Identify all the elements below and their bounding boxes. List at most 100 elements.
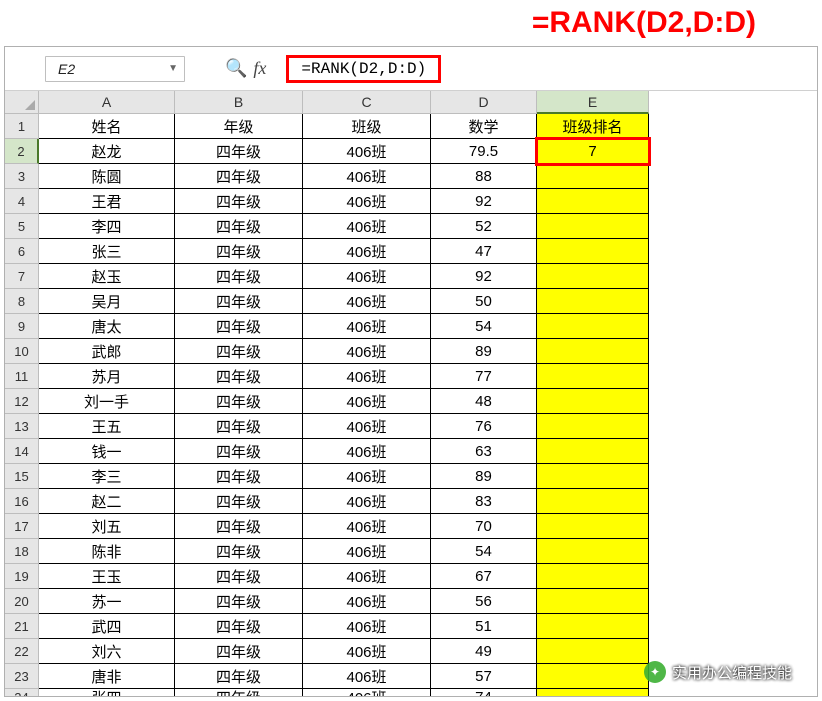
zoom-icon[interactable]: 🔍	[225, 58, 247, 79]
cell-D23[interactable]: 57	[431, 664, 537, 689]
cell-B16[interactable]: 四年级	[175, 489, 303, 514]
col-header-E[interactable]: E	[537, 91, 649, 114]
cell-C19[interactable]: 406班	[303, 564, 431, 589]
cell-B2[interactable]: 四年级	[175, 139, 303, 164]
row-header-4[interactable]: 4	[5, 189, 39, 214]
cell-A1[interactable]: 姓名	[39, 114, 175, 139]
row-header-9[interactable]: 9	[5, 314, 39, 339]
cell-B23[interactable]: 四年级	[175, 664, 303, 689]
cell-C7[interactable]: 406班	[303, 264, 431, 289]
row-header-18[interactable]: 18	[5, 539, 39, 564]
cell-E2[interactable]: 7	[537, 139, 649, 164]
row-header-5[interactable]: 5	[5, 214, 39, 239]
cell-D13[interactable]: 76	[431, 414, 537, 439]
cell-B12[interactable]: 四年级	[175, 389, 303, 414]
cell-E22[interactable]	[537, 639, 649, 664]
cell-A3[interactable]: 陈圆	[39, 164, 175, 189]
cell-C17[interactable]: 406班	[303, 514, 431, 539]
cell-C1[interactable]: 班级	[303, 114, 431, 139]
cell-A13[interactable]: 王五	[39, 414, 175, 439]
cell-C6[interactable]: 406班	[303, 239, 431, 264]
cell-C15[interactable]: 406班	[303, 464, 431, 489]
cell-C8[interactable]: 406班	[303, 289, 431, 314]
cell-E18[interactable]	[537, 539, 649, 564]
cell-E23[interactable]	[537, 664, 649, 689]
cell-D19[interactable]: 67	[431, 564, 537, 589]
cell-C5[interactable]: 406班	[303, 214, 431, 239]
cell-A5[interactable]: 李四	[39, 214, 175, 239]
cell-C23[interactable]: 406班	[303, 664, 431, 689]
fx-icon[interactable]: fx	[253, 58, 266, 79]
select-all-corner[interactable]	[5, 91, 39, 114]
cell-B19[interactable]: 四年级	[175, 564, 303, 589]
cell-E9[interactable]	[537, 314, 649, 339]
cell-B14[interactable]: 四年级	[175, 439, 303, 464]
cell-B15[interactable]: 四年级	[175, 464, 303, 489]
cell-D6[interactable]: 47	[431, 239, 537, 264]
cell-C2[interactable]: 406班	[303, 139, 431, 164]
cell-E12[interactable]	[537, 389, 649, 414]
col-header-A[interactable]: A	[39, 91, 175, 114]
cell-C24[interactable]: 406班	[303, 689, 431, 696]
cell-C20[interactable]: 406班	[303, 589, 431, 614]
cell-C3[interactable]: 406班	[303, 164, 431, 189]
cell-A22[interactable]: 刘六	[39, 639, 175, 664]
cell-D3[interactable]: 88	[431, 164, 537, 189]
row-header-23[interactable]: 23	[5, 664, 39, 689]
cell-E16[interactable]	[537, 489, 649, 514]
cell-C18[interactable]: 406班	[303, 539, 431, 564]
cell-E20[interactable]	[537, 589, 649, 614]
row-header-7[interactable]: 7	[5, 264, 39, 289]
cell-A15[interactable]: 李三	[39, 464, 175, 489]
cell-B22[interactable]: 四年级	[175, 639, 303, 664]
cell-B9[interactable]: 四年级	[175, 314, 303, 339]
cell-C21[interactable]: 406班	[303, 614, 431, 639]
cell-A16[interactable]: 赵二	[39, 489, 175, 514]
cell-D15[interactable]: 89	[431, 464, 537, 489]
cell-E1[interactable]: 班级排名	[537, 114, 649, 139]
cell-A6[interactable]: 张三	[39, 239, 175, 264]
cell-D11[interactable]: 77	[431, 364, 537, 389]
row-header-1[interactable]: 1	[5, 114, 39, 139]
cell-E17[interactable]	[537, 514, 649, 539]
row-header-17[interactable]: 17	[5, 514, 39, 539]
cell-B17[interactable]: 四年级	[175, 514, 303, 539]
cell-A11[interactable]: 苏月	[39, 364, 175, 389]
cell-E10[interactable]	[537, 339, 649, 364]
cell-A7[interactable]: 赵玉	[39, 264, 175, 289]
cell-D24[interactable]: 74	[431, 689, 537, 696]
cell-B24[interactable]: 四年级	[175, 689, 303, 696]
cell-C22[interactable]: 406班	[303, 639, 431, 664]
cell-E24[interactable]	[537, 689, 649, 696]
cell-B4[interactable]: 四年级	[175, 189, 303, 214]
cell-A17[interactable]: 刘五	[39, 514, 175, 539]
cell-A23[interactable]: 唐非	[39, 664, 175, 689]
row-header-8[interactable]: 8	[5, 289, 39, 314]
cell-E4[interactable]	[537, 189, 649, 214]
cell-D21[interactable]: 51	[431, 614, 537, 639]
cell-D2[interactable]: 79.5	[431, 139, 537, 164]
cell-B8[interactable]: 四年级	[175, 289, 303, 314]
col-header-B[interactable]: B	[175, 91, 303, 114]
cell-B5[interactable]: 四年级	[175, 214, 303, 239]
cell-E5[interactable]	[537, 214, 649, 239]
cell-A9[interactable]: 唐太	[39, 314, 175, 339]
cell-E6[interactable]	[537, 239, 649, 264]
cell-B1[interactable]: 年级	[175, 114, 303, 139]
cell-A19[interactable]: 王玉	[39, 564, 175, 589]
name-box[interactable]: E2 ▼	[45, 56, 185, 82]
col-header-D[interactable]: D	[431, 91, 537, 114]
cell-D18[interactable]: 54	[431, 539, 537, 564]
cell-A4[interactable]: 王君	[39, 189, 175, 214]
cell-C13[interactable]: 406班	[303, 414, 431, 439]
cell-D9[interactable]: 54	[431, 314, 537, 339]
col-header-C[interactable]: C	[303, 91, 431, 114]
cell-C16[interactable]: 406班	[303, 489, 431, 514]
cell-D20[interactable]: 56	[431, 589, 537, 614]
row-header-12[interactable]: 12	[5, 389, 39, 414]
cell-E13[interactable]	[537, 414, 649, 439]
cell-E15[interactable]	[537, 464, 649, 489]
cell-B3[interactable]: 四年级	[175, 164, 303, 189]
cell-A8[interactable]: 吴月	[39, 289, 175, 314]
row-header-21[interactable]: 21	[5, 614, 39, 639]
